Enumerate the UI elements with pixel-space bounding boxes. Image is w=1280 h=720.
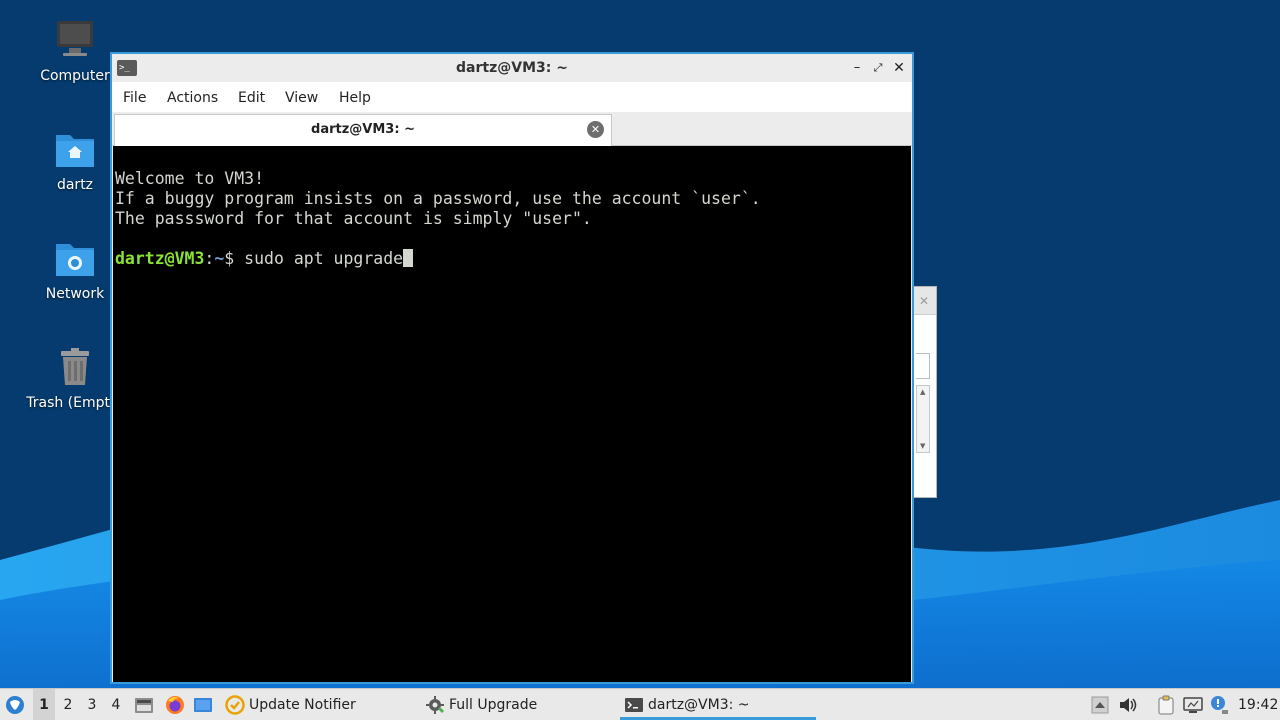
terminal-output[interactable]: Welcome to VM3! If a buggy program insist… — [113, 146, 911, 682]
menu-edit[interactable]: Edit — [238, 82, 265, 112]
close-tab-icon[interactable]: ✕ — [587, 121, 604, 138]
prompt-path: ~ — [214, 249, 225, 268]
prompt-symbol: $ — [224, 249, 245, 268]
task-label: Update Notifier — [249, 697, 356, 713]
window-titlebar[interactable]: dartz@VM3: ~ >_ – ⤢ ✕ — [112, 54, 912, 82]
text-cursor — [403, 249, 414, 267]
clipboard-icon[interactable] — [1156, 695, 1176, 715]
desktop-show-icon[interactable] — [193, 695, 213, 715]
notification-icon[interactable] — [1209, 695, 1229, 715]
menu-view[interactable]: View — [285, 82, 318, 112]
background-window-field[interactable] — [916, 353, 930, 379]
menu-file[interactable]: File — [123, 82, 146, 112]
file-manager-icon[interactable] — [134, 695, 154, 715]
gear-icon — [426, 696, 444, 714]
terminal-line: The passsword for that account is simply… — [115, 209, 592, 228]
workspace-2[interactable]: 2 — [57, 689, 79, 720]
terminal-icon[interactable]: >_ — [117, 60, 137, 76]
workspace-4[interactable]: 4 — [105, 689, 127, 720]
firefox-icon[interactable] — [165, 695, 185, 715]
close-button[interactable]: ✕ — [890, 59, 908, 77]
terminal-line: If a buggy program insists on a password… — [115, 189, 761, 208]
task-label: dartz@VM3: ~ — [648, 697, 750, 713]
maximize-button[interactable]: ⤢ — [869, 59, 887, 77]
window-title: dartz@VM3: ~ — [456, 60, 568, 76]
scroll-down-icon[interactable]: ▼ — [920, 442, 925, 450]
terminal-command: sudo apt upgrade — [244, 249, 404, 268]
prompt-separator: : — [204, 249, 215, 268]
up-arrow-icon[interactable] — [1090, 695, 1110, 715]
network-icon[interactable] — [1183, 695, 1203, 715]
tab-label: dartz@VM3: ~ — [311, 122, 415, 137]
start-menu-icon[interactable] — [5, 695, 25, 715]
taskbar: 1 2 3 4 Update Notifier Full Upgrade dar… — [0, 688, 1280, 720]
trash-icon — [61, 348, 89, 385]
terminal-window[interactable]: dartz@VM3: ~ >_ – ⤢ ✕ File Actions Edit … — [110, 52, 914, 684]
background-window[interactable]: ✕ ▲ ▼ — [912, 286, 937, 498]
network-folder-icon — [56, 244, 94, 276]
minimize-button[interactable]: – — [848, 59, 866, 77]
terminal-prompt-line[interactable]: dartz@VM3:~$ sudo apt upgrade — [115, 249, 911, 269]
close-icon[interactable]: ✕ — [919, 294, 929, 308]
task-terminal[interactable]: dartz@VM3: ~ — [624, 689, 750, 720]
menu-bar: File Actions Edit View Help — [112, 82, 912, 112]
task-label: Full Upgrade — [449, 697, 538, 713]
volume-icon[interactable] — [1118, 695, 1138, 715]
scroll-up-icon[interactable]: ▲ — [920, 388, 925, 396]
task-full-upgrade[interactable]: Full Upgrade — [425, 689, 537, 720]
prompt-user: dartz@VM3 — [115, 249, 205, 268]
menu-actions[interactable]: Actions — [167, 82, 218, 112]
workspace-1[interactable]: 1 — [33, 689, 55, 720]
workspace-3[interactable]: 3 — [81, 689, 103, 720]
home-folder-icon — [56, 135, 94, 167]
clock[interactable]: 19:42 — [1238, 689, 1278, 720]
update-notifier-icon — [225, 695, 245, 715]
tab-bar: dartz@VM3: ~ ✕ — [112, 112, 912, 146]
terminal-icon — [625, 698, 643, 712]
computer-icon — [57, 21, 93, 56]
task-update-notifier[interactable]: Update Notifier — [225, 689, 356, 720]
scrollbar[interactable]: ▲ ▼ — [916, 385, 930, 453]
terminal-line: Welcome to VM3! — [115, 169, 265, 188]
menu-help[interactable]: Help — [339, 82, 371, 112]
tab-terminal[interactable]: dartz@VM3: ~ ✕ — [114, 114, 612, 146]
